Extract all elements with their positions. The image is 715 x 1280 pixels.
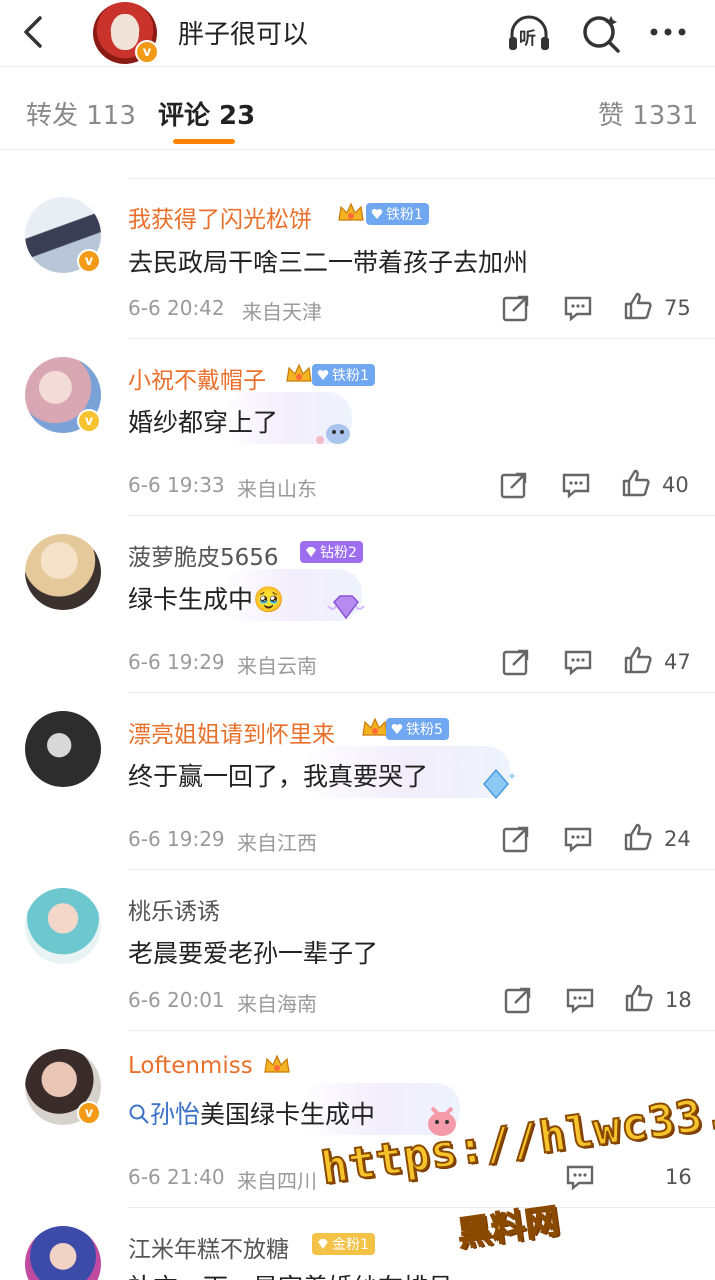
heart-icon: [391, 723, 403, 734]
comment-time: 6-6 20:42: [128, 296, 225, 320]
comment-text: 去民政局干啥三二一带着孩子去加州: [128, 248, 529, 277]
like-count: 47: [664, 650, 691, 674]
avatar[interactable]: [25, 888, 105, 968]
crown-icon: [264, 1054, 290, 1073]
fan-badge: 钻粉2: [300, 541, 363, 563]
like-icon[interactable]: [623, 645, 653, 675]
verified-icon: v: [135, 40, 159, 64]
fan-badge: 铁粉1: [312, 364, 375, 386]
comment-text: 老晨要爱老孙一辈子了: [128, 939, 379, 968]
like-icon[interactable]: [623, 291, 653, 321]
tab-comments[interactable]: 评论 23: [158, 95, 255, 132]
comment-icon[interactable]: [565, 985, 595, 1015]
chevron-left-icon: [24, 16, 42, 48]
search-icon: [129, 1104, 149, 1124]
comment-location: 来自云南: [237, 654, 317, 678]
comment-text: 婚纱都穿上了: [128, 408, 279, 437]
diamond-icon: [327, 595, 365, 620]
comment-location: 来自山东: [237, 477, 317, 501]
crown-icon: [286, 363, 312, 382]
comment-location: 来自天津: [242, 300, 322, 324]
comment-location: 来自四川: [237, 1169, 317, 1193]
fan-badge-label: 钻粉2: [320, 545, 357, 561]
page-title[interactable]: 胖子很可以: [178, 14, 308, 51]
listen-button[interactable]: 听: [506, 10, 552, 56]
comment-icon[interactable]: [563, 647, 593, 677]
more-button[interactable]: [646, 10, 692, 56]
comment-icon[interactable]: [563, 293, 593, 323]
comment-location: 来自江西: [237, 831, 317, 855]
cartoon-sticker-icon: [316, 424, 350, 444]
diamond-icon: [483, 768, 516, 800]
more-icon: [650, 28, 686, 36]
fan-badge-label: 铁粉5: [406, 722, 443, 738]
avatar[interactable]: v: [25, 1049, 105, 1129]
fan-badge-label: 铁粉1: [332, 368, 369, 384]
verified-icon: v: [77, 1101, 101, 1125]
gold-gem-icon: [318, 1239, 328, 1249]
comment-text: 绿卡生成中🥹: [128, 585, 285, 614]
heart-icon: [371, 208, 383, 219]
diamond-icon: [306, 547, 316, 557]
tab-bar: 转发 113 评论 23 赞 1331: [0, 66, 715, 150]
comment-time: 6-6 19:29: [128, 827, 225, 851]
avatar[interactable]: [25, 711, 105, 791]
avatar[interactable]: [25, 1226, 105, 1280]
comment-icon[interactable]: [561, 470, 591, 500]
share-icon[interactable]: [499, 470, 529, 500]
comment-time: 6-6 21:40: [128, 1165, 225, 1189]
like-count: 40: [662, 473, 689, 497]
search-link[interactable]: 孙怡: [128, 1100, 200, 1129]
comment-time: 6-6 20:01: [128, 988, 225, 1012]
fan-badge: 铁粉5: [386, 718, 449, 740]
comment-username[interactable]: 江米年糕不放糖: [128, 1230, 289, 1264]
listen-label: 听: [519, 29, 536, 49]
search-icon: [583, 16, 620, 53]
heart-icon: [317, 369, 329, 380]
like-count: 16: [665, 1165, 692, 1189]
share-icon[interactable]: [501, 293, 531, 323]
active-tab-indicator: [173, 139, 235, 144]
search-button[interactable]: [578, 10, 624, 56]
share-icon[interactable]: [503, 985, 533, 1015]
comment-time: 6-6 19:29: [128, 650, 225, 674]
comment-username[interactable]: Loftenmiss: [128, 1053, 253, 1079]
comment-text: 孙怡美国绿卡生成中: [128, 1095, 375, 1131]
like-icon[interactable]: [621, 468, 651, 498]
avatar[interactable]: v: [25, 357, 105, 437]
avatar[interactable]: v: [25, 197, 105, 277]
fan-badge: 铁粉1: [366, 203, 429, 225]
back-button[interactable]: [14, 10, 54, 54]
like-count: 75: [664, 296, 691, 320]
comment-icon[interactable]: [565, 1162, 595, 1192]
like-count: 18: [665, 988, 692, 1012]
verified-icon: v: [77, 249, 101, 273]
tab-likes[interactable]: 赞 1331: [598, 95, 698, 132]
like-icon[interactable]: [623, 822, 653, 852]
fan-badge-label: 金粉1: [332, 1237, 369, 1253]
comment-text: 终于赢一回了，我真要哭了: [128, 762, 429, 791]
avatar[interactable]: [25, 534, 105, 614]
comment-time: 6-6 19:33: [128, 473, 225, 497]
fan-badge-label: 铁粉1: [386, 207, 423, 223]
share-icon[interactable]: [501, 824, 531, 854]
share-icon[interactable]: [501, 647, 531, 677]
comment-icon[interactable]: [563, 824, 593, 854]
comment-username[interactable]: 小祝不戴帽子: [128, 361, 266, 395]
verified-icon: v: [77, 409, 101, 433]
like-icon[interactable]: [624, 983, 654, 1013]
comment-username[interactable]: 漂亮姐姐请到怀里来: [128, 715, 335, 749]
comment-username[interactable]: 菠萝脆皮5656: [128, 538, 279, 572]
emoji-crying-icon: 🥹: [253, 585, 285, 614]
comment-text: 补充一下，是穿着婚纱在排号: [128, 1268, 453, 1280]
top-bar: v 胖子很可以 听: [0, 0, 715, 66]
comment-location: 来自海南: [237, 992, 317, 1016]
tab-reposts[interactable]: 转发 113: [26, 95, 136, 132]
comment-username[interactable]: 我获得了闪光松饼: [128, 200, 312, 234]
crown-icon: [338, 202, 364, 221]
watermark-site: 黑料网: [454, 1200, 562, 1255]
fan-badge: 金粉1: [312, 1233, 375, 1255]
like-count: 24: [664, 827, 691, 851]
comment-username[interactable]: 桃乐诱诱: [128, 892, 220, 926]
